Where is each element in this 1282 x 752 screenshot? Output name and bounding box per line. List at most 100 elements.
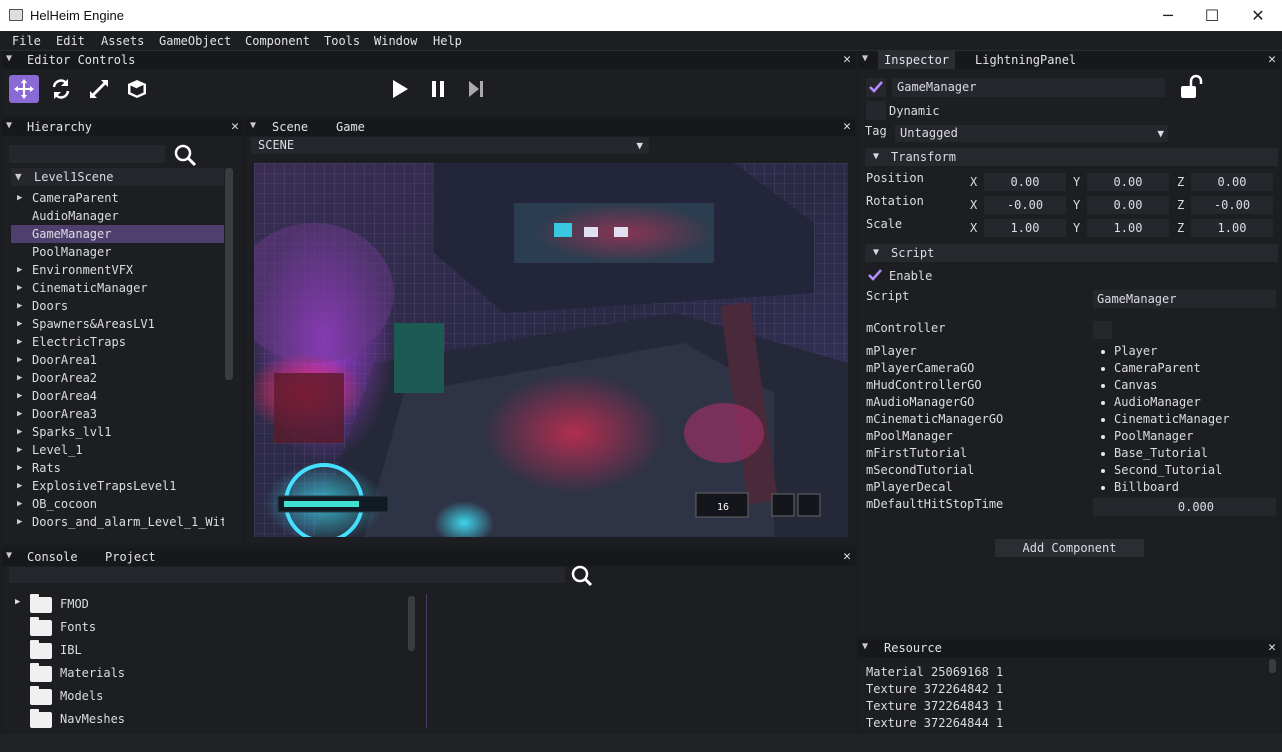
- hierarchy-item[interactable]: ▶ CameraParent: [11, 189, 224, 207]
- hierarchy-item[interactable]: ▶ Level_1: [11, 441, 224, 459]
- script-ref-value[interactable]: Billboard: [1101, 480, 1179, 494]
- minimize-button[interactable]: ─: [1145, 0, 1191, 31]
- resource-scrollbar[interactable]: [1269, 659, 1276, 673]
- menu-file[interactable]: File: [12, 34, 41, 48]
- folder-icon[interactable]: [30, 686, 52, 705]
- hierarchy-item[interactable]: ▶ Doors: [11, 297, 224, 315]
- folder-icon[interactable]: [30, 617, 52, 636]
- folder-label[interactable]: FMOD: [60, 597, 89, 611]
- hierarchy-item[interactable]: ▶ OB_cocoon: [11, 495, 224, 513]
- transform-scale-y-input[interactable]: 1.00: [1087, 219, 1169, 237]
- rotate-tool-button[interactable]: [46, 75, 76, 103]
- menu-component[interactable]: Component: [245, 34, 310, 48]
- transform-scale-x-input[interactable]: 1.00: [984, 219, 1066, 237]
- hierarchy-scrollbar[interactable]: [225, 168, 233, 380]
- folder-label[interactable]: IBL: [60, 643, 82, 657]
- scene-viewport[interactable]: 16: [254, 163, 848, 537]
- expand-arrow-icon[interactable]: ▶: [17, 513, 22, 531]
- close-icon[interactable]: ✕: [843, 549, 851, 564]
- hierarchy-item[interactable]: ▶ DoorArea3: [11, 405, 224, 423]
- menu-gameobject[interactable]: GameObject: [159, 34, 231, 48]
- expand-arrow-icon[interactable]: ▶: [17, 423, 22, 441]
- tab-console[interactable]: Console: [27, 550, 78, 564]
- script-ref-value[interactable]: Base_Tutorial: [1101, 446, 1208, 460]
- close-icon[interactable]: ✕: [231, 119, 239, 134]
- folder-label[interactable]: Models: [60, 689, 103, 703]
- active-checkbox[interactable]: [866, 78, 886, 97]
- hierarchy-item[interactable]: ▶ Spawners&AreasLV1: [11, 315, 224, 333]
- expand-arrow-icon[interactable]: ▶: [15, 597, 20, 607]
- folder-scrollbar[interactable]: [408, 596, 415, 651]
- add-component-button[interactable]: Add Component: [995, 539, 1144, 557]
- close-icon[interactable]: ✕: [1268, 52, 1276, 67]
- tab-project[interactable]: Project: [105, 550, 156, 564]
- menu-help[interactable]: Help: [433, 34, 462, 48]
- unlock-icon[interactable]: [1178, 74, 1204, 100]
- expand-arrow-icon[interactable]: ▶: [17, 387, 22, 405]
- folder-label[interactable]: NavMeshes: [60, 712, 125, 726]
- hierarchy-item[interactable]: ▶ EnvironmentVFX: [11, 261, 224, 279]
- collapse-icon[interactable]: ▼: [6, 53, 12, 64]
- transform-position-z-input[interactable]: 0.00: [1191, 173, 1273, 191]
- splitter[interactable]: [426, 594, 427, 728]
- hierarchy-item[interactable]: GameManager: [11, 225, 224, 243]
- expand-arrow-icon[interactable]: ▶: [17, 315, 22, 333]
- collapse-icon[interactable]: ▼: [862, 53, 868, 64]
- transform-section-header[interactable]: ▼ Transform: [865, 148, 1278, 166]
- hierarchy-item[interactable]: ▶ Sparks_lvl1: [11, 423, 224, 441]
- expand-arrow-icon[interactable]: ▶: [17, 351, 22, 369]
- expand-arrow-icon[interactable]: ▶: [17, 333, 22, 351]
- transform-scale-z-input[interactable]: 1.00: [1191, 219, 1273, 237]
- collapse-icon[interactable]: ▼: [250, 120, 256, 131]
- hierarchy-item[interactable]: ▶ DoorArea1: [11, 351, 224, 369]
- hierarchy-root[interactable]: ▼ Level1Scene: [11, 168, 224, 186]
- expand-arrow-icon[interactable]: ▶: [17, 405, 22, 423]
- hierarchy-item[interactable]: ▶ DoorArea4: [11, 387, 224, 405]
- script-ref-value[interactable]: CameraParent: [1101, 361, 1201, 375]
- folder-icon[interactable]: [30, 594, 52, 613]
- project-search-input[interactable]: [9, 567, 565, 583]
- hierarchy-item[interactable]: ▶ CinematicManager: [11, 279, 224, 297]
- script-ref-value[interactable]: Canvas: [1101, 378, 1157, 392]
- tab-inspector[interactable]: Inspector: [878, 51, 956, 69]
- hierarchy-item[interactable]: ▶ ExplosiveTrapsLevel1: [11, 477, 224, 495]
- script-ref-value[interactable]: Player: [1101, 344, 1157, 358]
- menu-tools[interactable]: Tools: [324, 34, 360, 48]
- folder-icon[interactable]: [30, 709, 52, 728]
- expand-arrow-icon[interactable]: ▶: [17, 261, 22, 279]
- expand-arrow-icon[interactable]: ▶: [17, 459, 22, 477]
- script-section-header[interactable]: ▼ Script: [865, 244, 1278, 262]
- hierarchy-item[interactable]: ▶ Doors_and_alarm_Level_1_With: [11, 513, 224, 531]
- cube-tool-button[interactable]: [122, 75, 152, 103]
- expand-arrow-icon[interactable]: ▶: [17, 495, 22, 513]
- hierarchy-item[interactable]: ▶ Rats: [11, 459, 224, 477]
- transform-position-y-input[interactable]: 0.00: [1087, 173, 1169, 191]
- menu-window[interactable]: Window: [374, 34, 417, 48]
- close-icon[interactable]: ✕: [1268, 640, 1276, 655]
- search-icon[interactable]: [173, 143, 197, 167]
- script-ref-value[interactable]: Second_Tutorial: [1101, 463, 1222, 477]
- expand-arrow-icon[interactable]: ▼: [15, 168, 22, 186]
- transform-rotation-x-input[interactable]: -0.00: [984, 196, 1066, 214]
- view-select[interactable]: SCENE ▼: [251, 137, 649, 154]
- hierarchy-search-input[interactable]: [9, 145, 165, 163]
- play-button[interactable]: [385, 75, 415, 103]
- script-field[interactable]: GameManager: [1093, 290, 1276, 308]
- scale-tool-button[interactable]: [84, 75, 114, 103]
- controller-field[interactable]: [1093, 321, 1112, 339]
- expand-arrow-icon[interactable]: ▶: [17, 279, 22, 297]
- expand-arrow-icon[interactable]: ▶: [17, 369, 22, 387]
- menu-edit[interactable]: Edit: [56, 34, 85, 48]
- folder-icon[interactable]: [30, 640, 52, 659]
- hierarchy-item[interactable]: ▶ ElectricTraps: [11, 333, 224, 351]
- folder-icon[interactable]: [30, 663, 52, 682]
- expand-arrow-icon[interactable]: ▶: [17, 477, 22, 495]
- close-icon[interactable]: ✕: [843, 119, 851, 134]
- step-button[interactable]: [461, 75, 491, 103]
- script-ref-value[interactable]: CinematicManager: [1101, 412, 1230, 426]
- script-ref-value[interactable]: AudioManager: [1101, 395, 1201, 409]
- enable-checkmark-icon[interactable]: [866, 267, 884, 284]
- maximize-button[interactable]: ☐: [1189, 0, 1235, 31]
- expand-arrow-icon[interactable]: ▶: [17, 189, 22, 207]
- folder-label[interactable]: Materials: [60, 666, 125, 680]
